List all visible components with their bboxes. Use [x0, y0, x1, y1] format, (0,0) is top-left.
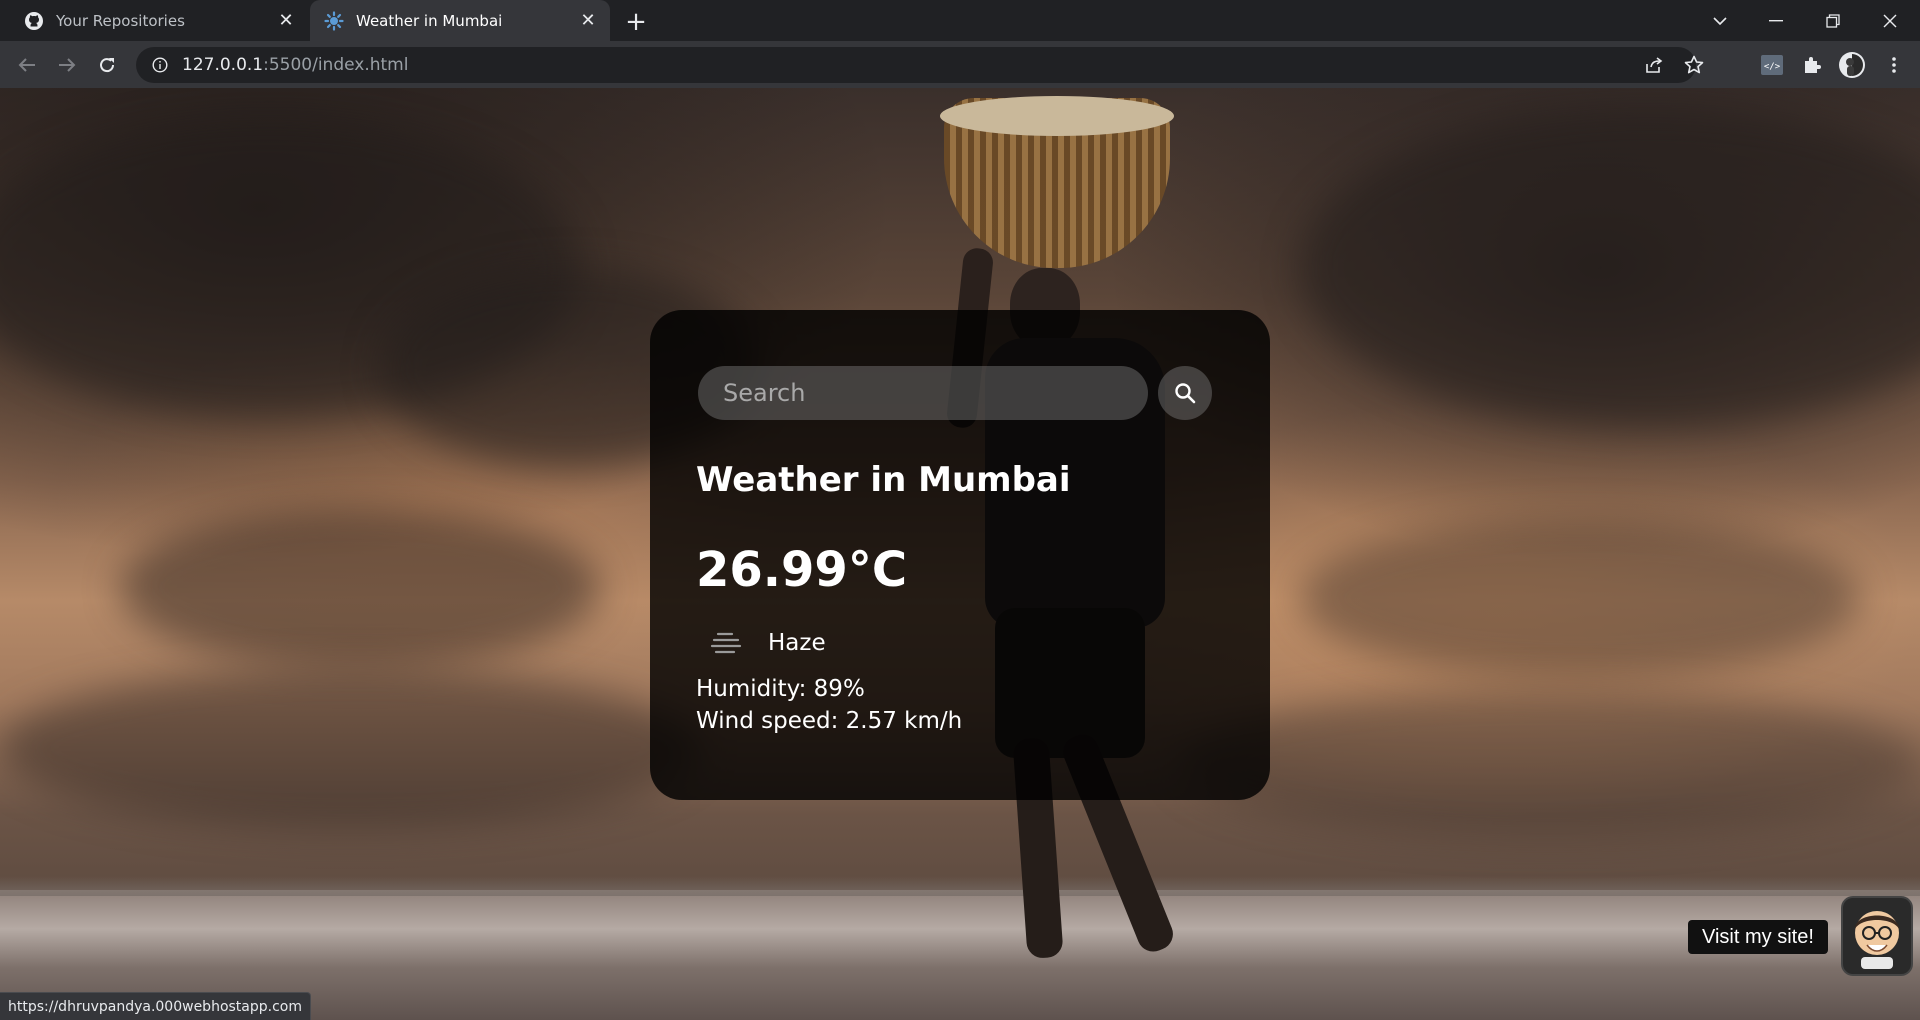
back-arrow-icon[interactable] — [10, 48, 44, 82]
condition-text: Haze — [768, 630, 826, 656]
close-window-icon[interactable] — [1862, 0, 1918, 41]
status-bar-url: https://dhruvpandya.000webhostapp.com — [0, 992, 311, 1020]
humidity: Humidity: 89% — [696, 676, 865, 702]
search-input[interactable] — [698, 366, 1148, 420]
tab-title: Weather in Mumbai — [356, 11, 503, 30]
reload-icon[interactable] — [90, 48, 124, 82]
address-bar[interactable]: 127.0.0.1:5500/index.html — [136, 47, 1704, 83]
browser-menu-icon[interactable] — [1880, 51, 1908, 79]
url-host: 127.0.0.1 — [182, 55, 264, 75]
url-path: :5500/index.html — [263, 55, 409, 75]
wind-speed: Wind speed: 2.57 km/h — [696, 708, 963, 734]
visit-site-label[interactable]: Visit my site! — [1688, 920, 1828, 954]
haze-icon — [696, 622, 756, 664]
tab-search-chevron-icon[interactable] — [1692, 0, 1748, 41]
profile-avatar-icon[interactable] — [1838, 51, 1866, 79]
weather-app-icon — [324, 10, 344, 31]
tab-close-icon[interactable]: ✕ — [576, 9, 600, 33]
weather-card: Weather in Mumbai 26.99°C Haze Humidity:… — [650, 310, 1270, 800]
site-info-icon[interactable] — [142, 47, 178, 83]
search-icon — [1175, 383, 1196, 404]
forward-arrow-icon[interactable] — [50, 48, 84, 82]
tab-your-repositories[interactable]: Your Repositories ✕ — [0, 0, 308, 41]
cartoon-avatar-icon — [1855, 911, 1899, 969]
devtools-extension-icon[interactable]: </> — [1758, 51, 1786, 79]
address-url: 127.0.0.1:5500/index.html — [182, 55, 408, 75]
site-avatar-button[interactable] — [1841, 896, 1913, 976]
search-row — [698, 366, 1212, 420]
bookmark-star-icon[interactable] — [1676, 47, 1712, 83]
browser-toolbar: 127.0.0.1:5500/index.html </> — [0, 41, 1920, 88]
restore-icon[interactable] — [1805, 0, 1861, 41]
search-button[interactable] — [1158, 366, 1212, 420]
city-title: Weather in Mumbai — [696, 460, 1071, 500]
page-viewport: Weather in Mumbai 26.99°C Haze Humidity:… — [0, 88, 1920, 1020]
new-tab-icon[interactable]: + — [622, 7, 650, 37]
tab-close-icon[interactable]: ✕ — [274, 9, 298, 33]
minimize-icon[interactable] — [1748, 0, 1804, 41]
condition-row: Haze — [696, 622, 826, 664]
extensions-puzzle-icon[interactable] — [1798, 51, 1826, 79]
tab-weather-in-mumbai[interactable]: Weather in Mumbai ✕ — [310, 0, 610, 41]
temperature: 26.99°C — [696, 542, 908, 598]
svg-text:</>: </> — [1764, 62, 1781, 72]
tab-strip: Your Repositories ✕ Weather in Mumbai ✕ … — [0, 0, 1920, 41]
tab-title: Your Repositories — [56, 11, 185, 30]
github-icon — [24, 11, 44, 31]
share-icon[interactable] — [1636, 47, 1672, 83]
